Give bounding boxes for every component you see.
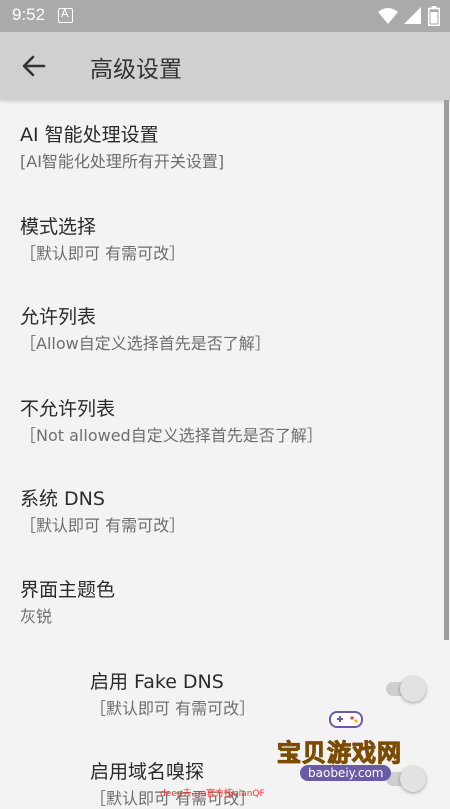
notification-icon xyxy=(58,7,73,23)
setting-title: 模式选择 xyxy=(20,216,97,238)
gamepad-icon xyxy=(329,711,363,728)
status-bar: 9:52 xyxy=(0,0,450,32)
setting-title: 系统 DNS xyxy=(20,488,105,510)
setting-subtitle: 灰锐 xyxy=(20,607,53,626)
setting-title: 允许列表 xyxy=(20,306,97,328)
toggle-thumb xyxy=(400,676,426,702)
setting-ai-processing[interactable]: AI 智能处理设置 [AI智能化处理所有开关设置] xyxy=(0,100,445,190)
setting-title: AI 智能处理设置 xyxy=(20,124,159,146)
setting-subtitle: ［默认即可 有需可改］ xyxy=(20,516,186,535)
scrollbar[interactable] xyxy=(444,100,449,640)
app-bar: 高级设置 xyxy=(0,32,450,100)
setting-subtitle: ［Not allowed自定义选择首先是否了解］ xyxy=(20,426,323,445)
setting-theme-color[interactable]: 界面主题色 灰锐 xyxy=(0,550,445,640)
wifi-icon xyxy=(378,8,398,24)
setting-subtitle: ［默认即可 有需可改］ xyxy=(20,244,186,263)
battery-icon xyxy=(428,6,440,26)
watermark-url: baobeiy.com xyxy=(300,765,392,781)
back-arrow-icon[interactable] xyxy=(20,52,48,80)
signal-icon xyxy=(404,7,421,24)
setting-subtitle: [AI智能化处理所有开关设置] xyxy=(20,152,225,171)
setting-system-dns[interactable]: 系统 DNS ［默认即可 有需可改］ xyxy=(0,460,445,550)
page-title: 高级设置 xyxy=(90,57,182,83)
setting-mode-select[interactable]: 模式选择 ［默认即可 有需可改］ xyxy=(0,190,445,280)
fake-dns-toggle[interactable] xyxy=(386,676,426,702)
setting-title: 不允许列表 xyxy=(20,398,116,420)
status-time: 9:52 xyxy=(12,5,46,24)
setting-subtitle: ［默认即可 有需可改］ xyxy=(90,699,256,718)
setting-subtitle: ［Allow自定义选择首先是否了解］ xyxy=(20,334,271,353)
setting-disallow-list[interactable]: 不允许列表 ［Not allowed自定义选择首先是否了解］ xyxy=(0,370,445,460)
watermark-title: 宝贝游戏网 xyxy=(277,739,402,768)
setting-title: 界面主题色 xyxy=(20,579,116,601)
setting-title: 启用 Fake DNS xyxy=(90,671,224,693)
watermark-logo: 宝贝游戏网 baobeiy.com xyxy=(275,705,435,795)
status-icons xyxy=(378,6,440,26)
setting-allow-list[interactable]: 允许列表 ［Allow自定义选择首先是否了解］ xyxy=(0,280,445,370)
setting-title: 启用域名嗅探 xyxy=(90,761,205,783)
overlay-text: deep去-go官方技qianQF xyxy=(160,789,265,799)
